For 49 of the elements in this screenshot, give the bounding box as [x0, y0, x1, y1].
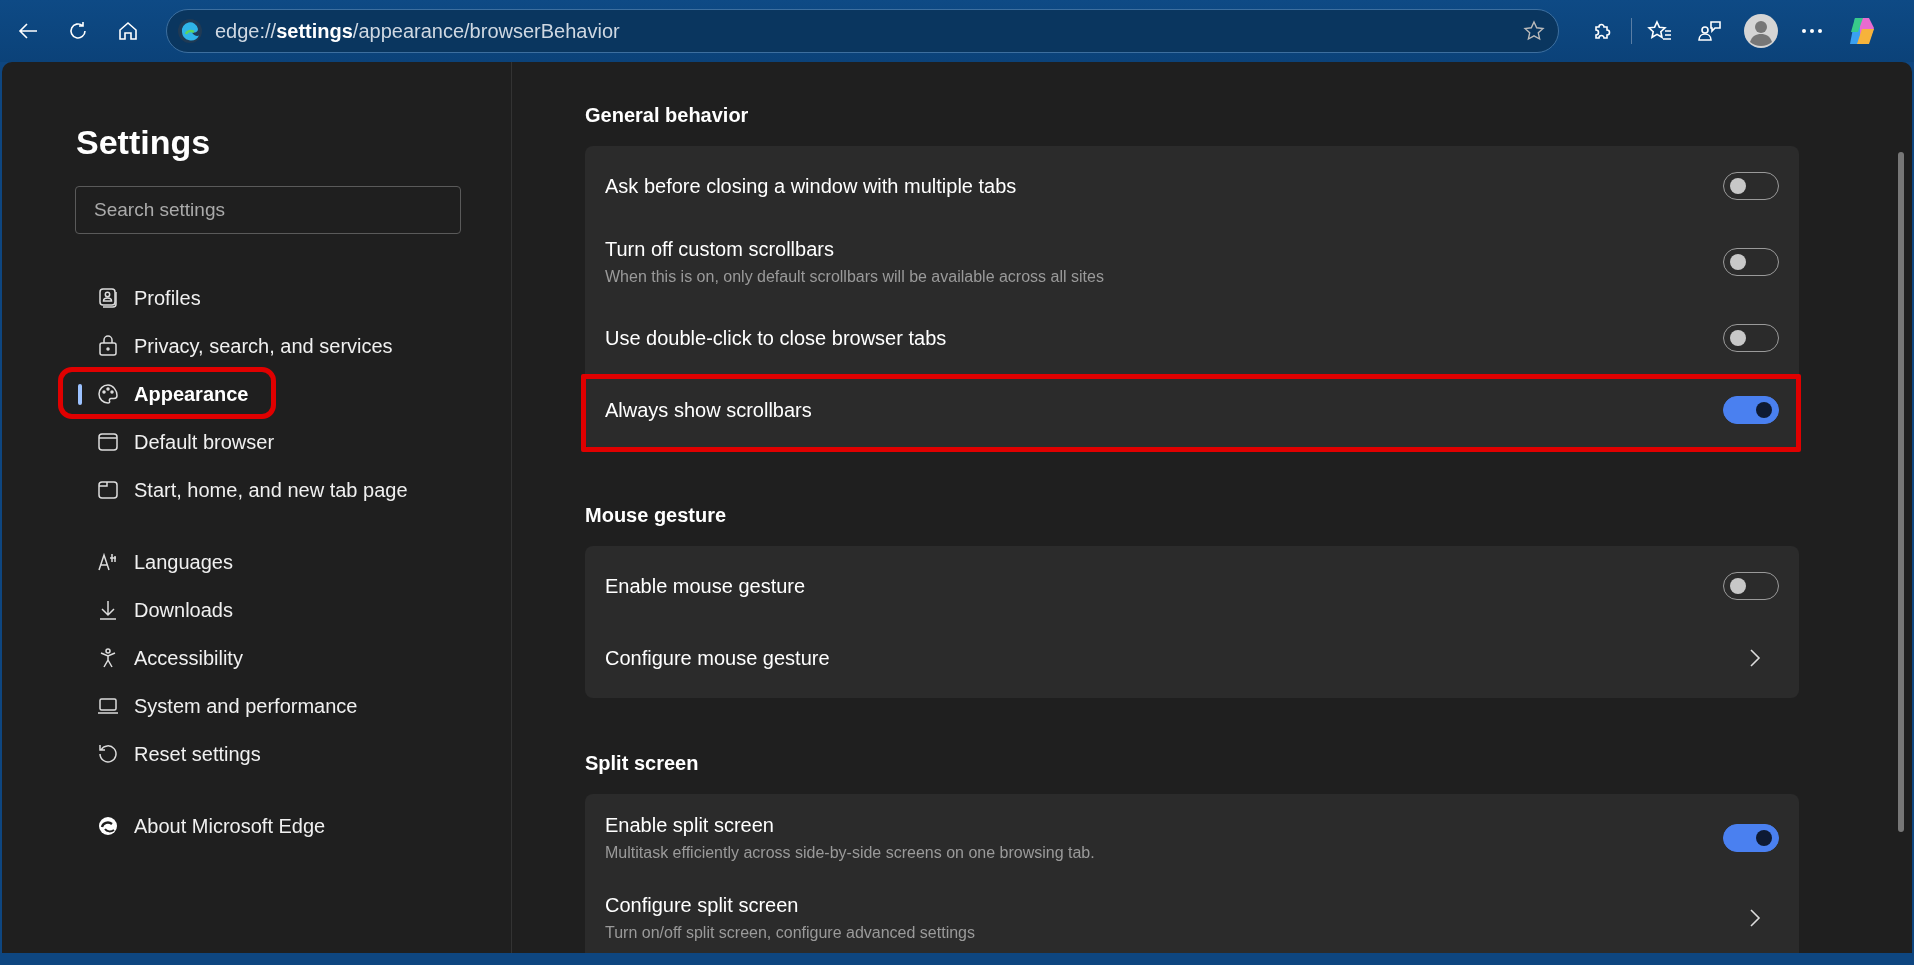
star-list-icon	[1647, 19, 1673, 43]
sidebar-item[interactable]: Privacy, search, and services	[62, 322, 413, 370]
sidebar-item[interactable]: Downloads	[62, 586, 253, 634]
browser-logo-icon	[96, 814, 120, 838]
sidebar-item[interactable]: System and performance	[62, 682, 378, 730]
reset-icon	[96, 742, 120, 766]
sidebar-item[interactable]: About Microsoft Edge	[62, 802, 346, 850]
url-text: edge://settings/appearance/browserBehavior	[215, 19, 621, 43]
section-heading: Mouse gesture	[585, 503, 728, 528]
sidebar-item[interactable]: Accessibility	[62, 634, 263, 682]
more-icon	[1801, 28, 1823, 34]
tab-page-icon	[96, 478, 120, 502]
sidebar-item[interactable]: Start, home, and new tab page	[62, 466, 428, 514]
sidebar-item[interactable]: Appearance	[62, 370, 269, 418]
browser-logo-icon	[177, 18, 203, 44]
chevron-right-icon[interactable]	[1749, 908, 1761, 928]
setting-description: Multitask efficiently across side-by-side screens on one browsing tab.	[605, 843, 1096, 863]
scrollbar-thumb[interactable]	[1898, 152, 1904, 832]
favorite-star-icon[interactable]	[1522, 19, 1546, 43]
setting-label: Enable mouse gesture	[605, 574, 807, 599]
lock-icon	[96, 334, 120, 358]
section-heading: Split screen	[585, 751, 700, 776]
palette-icon	[96, 382, 120, 406]
sidebar-item[interactable]: Languages	[62, 538, 253, 586]
toggle-switch[interactable]	[1723, 824, 1779, 852]
sidebar-item[interactable]: Default browser	[62, 418, 295, 466]
setting-label: Configure mouse gesture	[605, 646, 831, 671]
setting-label: Configure split screen	[605, 893, 800, 918]
window-icon	[96, 430, 120, 454]
sidebar-item[interactable]: Reset settings	[62, 730, 281, 778]
setting-description: When this is on, only default scrollbars will be available across all sites	[605, 267, 1105, 287]
setting-label: Always show scrollbars	[605, 398, 813, 423]
search-field[interactable]: Search settings	[75, 186, 461, 234]
section-heading: General behavior	[585, 103, 750, 128]
setting-label: Enable split screen	[605, 813, 775, 838]
setting-label: Turn off custom scrollbars	[605, 237, 835, 262]
setting-label: Use double-click to close browser tabs	[605, 326, 948, 351]
chevron-right-icon[interactable]	[1749, 648, 1761, 668]
avatar-icon	[1744, 14, 1778, 48]
profile-card-icon	[96, 286, 120, 310]
setting-label: Ask before closing a window with multiple tabs	[605, 174, 1018, 199]
home-icon	[116, 19, 140, 43]
address-bar[interactable]: edge://settings/appearance/browserBehavior	[166, 9, 1559, 53]
person-chat-icon	[1697, 19, 1723, 43]
setting-description: Turn on/off split screen, configure advanced settings	[605, 923, 976, 943]
settings-title: Settings	[76, 122, 212, 162]
selection-indicator	[78, 384, 82, 405]
sidebar-item[interactable]: Profiles	[62, 274, 221, 322]
toggle-switch[interactable]	[1723, 396, 1779, 424]
